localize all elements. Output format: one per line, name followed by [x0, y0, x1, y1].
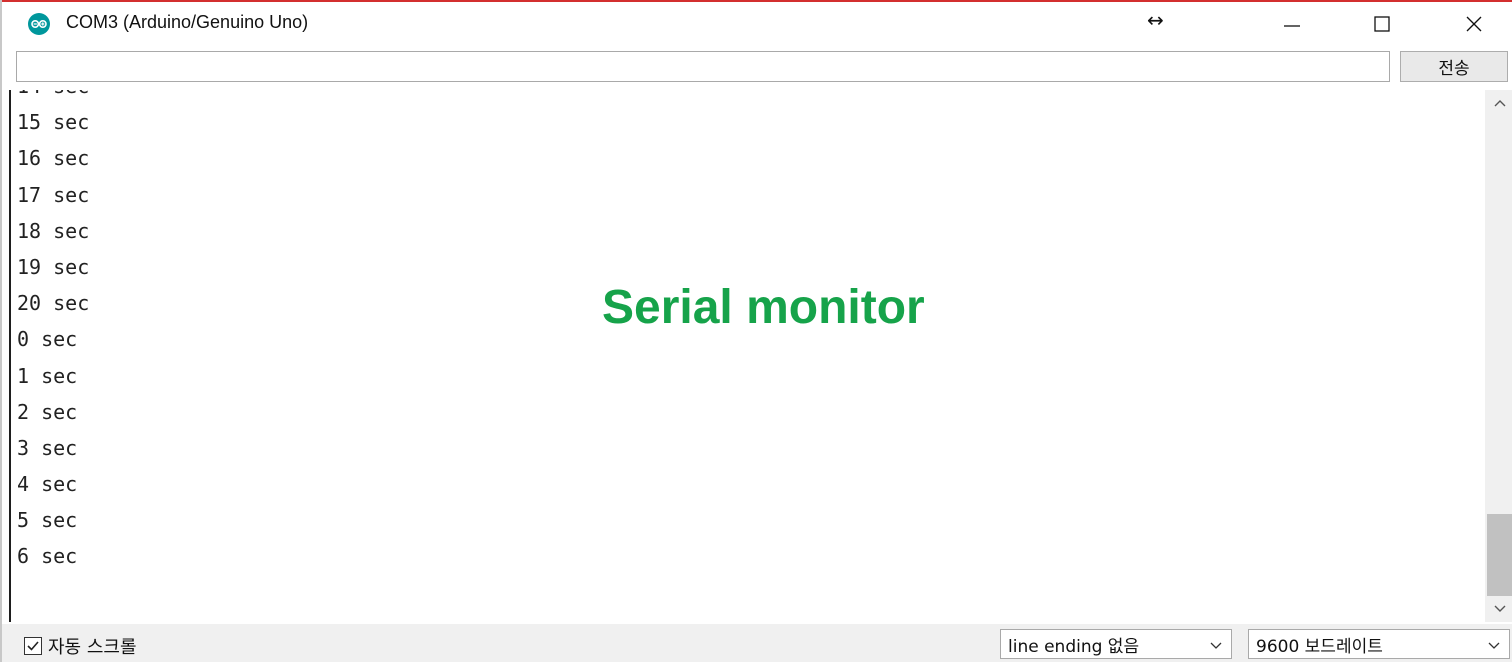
output-line: 17 sec: [17, 182, 90, 207]
output-line: 19 sec: [17, 254, 90, 279]
autoscroll-checkbox[interactable]: [24, 637, 42, 655]
scrollbar-thumb[interactable]: [1487, 514, 1512, 596]
vertical-scrollbar[interactable]: [1485, 90, 1512, 622]
close-button[interactable]: [1446, 4, 1502, 44]
baud-rate-select[interactable]: 9600 보드레이트: [1248, 629, 1510, 659]
output-line: 18 sec: [17, 218, 90, 243]
baud-rate-value: 9600 보드레이트: [1256, 636, 1383, 657]
resize-arrows-icon: ↔: [1147, 8, 1164, 32]
output-line: 4 sec: [17, 472, 78, 497]
send-button[interactable]: 전송: [1400, 51, 1508, 82]
autoscroll-label: 자동 스크롤: [48, 637, 137, 658]
output-line: 16 sec: [17, 146, 90, 171]
chevron-down-icon: [1488, 642, 1500, 649]
chevron-down-icon: [1210, 642, 1222, 649]
output-line: 2 sec: [17, 399, 78, 424]
title-bar[interactable]: COM3 (Arduino/Genuino Uno) ↔: [2, 2, 1512, 44]
line-ending-value: line ending 없음: [1008, 636, 1140, 657]
output-lines: 14 sec 15 sec 16 sec 17 sec 18 sec 19 sec 20 s…: [17, 90, 89, 575]
line-ending-select[interactable]: line ending 없음: [1000, 629, 1232, 659]
maximize-button[interactable]: [1354, 4, 1410, 44]
arduino-icon: [28, 13, 50, 35]
output-line: 20 sec: [17, 291, 90, 316]
autoscroll-toggle[interactable]: 자동 스크롤: [24, 633, 137, 659]
output-line: 15 sec: [17, 110, 90, 135]
window-title: COM3 (Arduino/Genuino Uno): [66, 12, 309, 32]
minimize-button[interactable]: [1264, 4, 1320, 44]
output-line: 6 sec: [17, 544, 78, 569]
output-line: 14 sec: [17, 90, 89, 104]
output-line: 0 sec: [17, 327, 78, 352]
output-line: 1 sec: [17, 363, 78, 388]
serial-send-input[interactable]: [16, 51, 1390, 82]
scroll-up-icon[interactable]: [1485, 90, 1512, 116]
serial-monitor-window: COM3 (Arduino/Genuino Uno) ↔ 전송 14 sec 15…: [0, 0, 1512, 662]
output-line: 5 sec: [17, 508, 78, 533]
bottom-bar: 자동 스크롤 line ending 없음 9600 보드레이트: [2, 624, 1512, 662]
scroll-down-icon[interactable]: [1485, 596, 1512, 622]
serial-output-area[interactable]: 14 sec 15 sec 16 sec 17 sec 18 sec 19 sec 20 s…: [9, 90, 1485, 622]
output-line: 3 sec: [17, 435, 78, 460]
serial-monitor-caption: Serial monitor: [602, 281, 925, 334]
